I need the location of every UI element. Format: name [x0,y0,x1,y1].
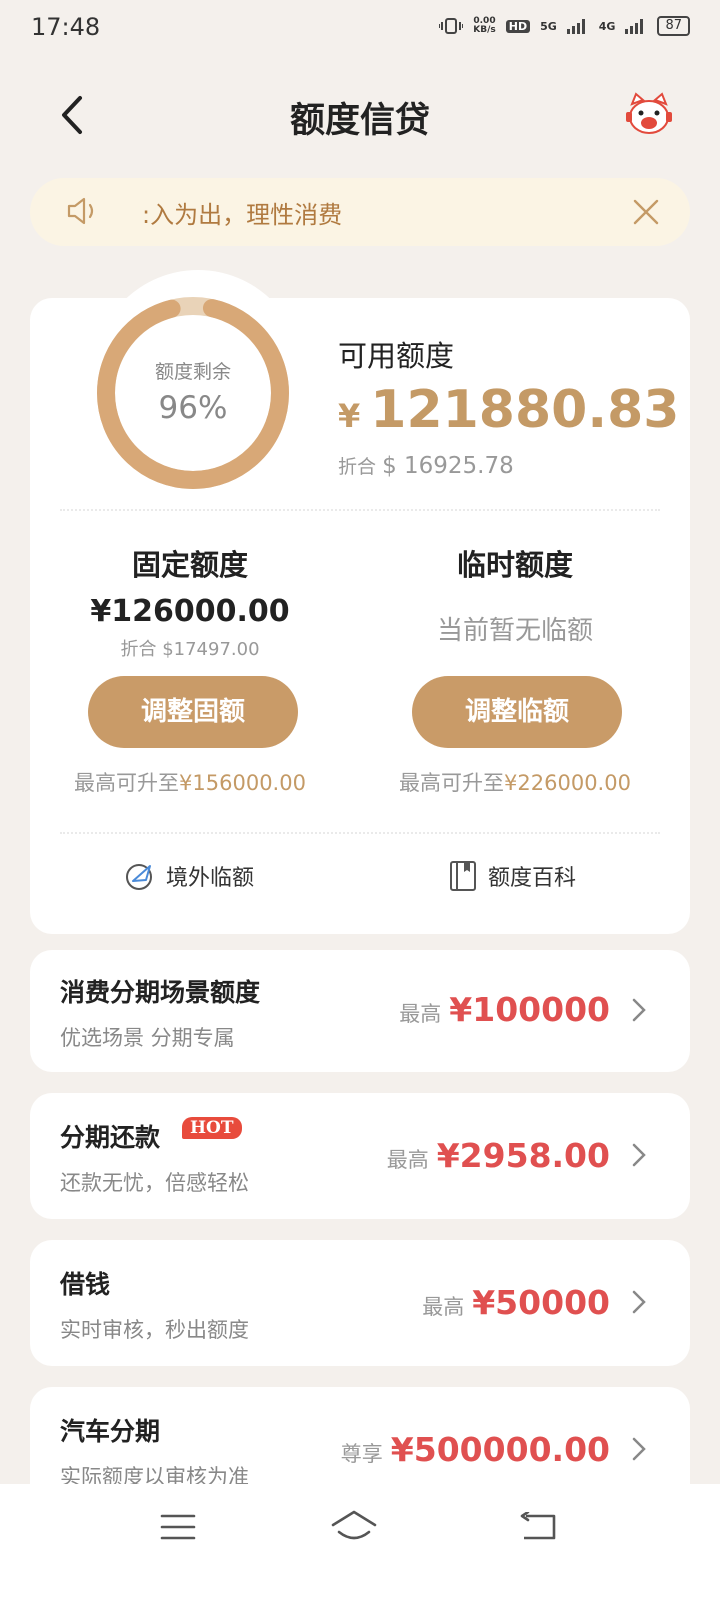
item-title: 消费分期场景额度 [60,978,261,1007]
item-title: 分期还款 [60,1123,161,1152]
item-subtitle: 优选场景 分期专属 [60,1026,235,1050]
chevron-right-icon [632,1143,646,1167]
fixed-credit-converted: 折合 $17497.00 [120,639,260,660]
status-time: 17:48 [31,13,101,41]
cat-mascot-icon [626,92,672,134]
available-converted: 折合 $ 16925.78 [338,453,514,479]
item-amount: 最高 ¥2958.00 [386,1136,610,1175]
close-icon[interactable] [632,198,660,226]
book-icon [450,861,476,891]
fixed-max-line: 最高可升至¥156000.00 [74,771,306,795]
status-icons: 0.00 KB/s HD 5G 4G 87 [439,16,690,36]
plane-globe-icon [126,864,152,890]
list-item[interactable]: 分期还款 HOT 还款无忧，倍感轻松 最高 ¥2958.00 [30,1093,690,1219]
credit-wiki-link[interactable]: 额度百科 [448,860,576,892]
temp-credit-section: 临时额度 当前暂无临额 [365,542,665,647]
hot-badge: HOT [182,1117,242,1139]
signal-4g: 4G [598,19,616,33]
item-amount: 最高 ¥50000 [422,1283,610,1322]
battery-indicator: 87 [657,16,690,36]
temp-max-line: 最高可升至¥226000.00 [399,771,631,795]
list-item[interactable]: 消费分期场景额度 优选场景 分期专属 最高 ¥100000 [30,950,690,1072]
overseas-temp-credit-label: 境外临额 [166,866,255,891]
temp-credit-title: 临时额度 [456,548,573,582]
signal-bars-icon [566,19,585,34]
item-subtitle: 还款无忧，倍感轻松 [60,1171,249,1195]
home-icon[interactable] [330,1508,378,1544]
temp-credit-none: 当前暂无临额 [436,616,593,646]
signal-bars-icon [625,19,644,34]
chevron-right-icon [632,1290,646,1314]
customer-service-button[interactable] [624,90,674,140]
back-icon[interactable] [518,1512,558,1542]
menu-icon[interactable] [160,1512,196,1542]
fixed-credit-section: 固定额度 ¥126000.00 折合 $17497.00 [40,542,340,661]
divider [60,832,660,834]
overseas-temp-credit-link[interactable]: 境外临额 [124,860,254,892]
adjust-temp-button[interactable]: 调整临额 [412,676,622,748]
speaker-icon [67,197,94,225]
notice-banner[interactable]: :入为出，理性消费 [30,178,690,246]
header: 额度信贷 [0,80,720,150]
hd-badge: HD [505,19,531,33]
item-amount: 最高 ¥100000 [399,990,610,1029]
list-item[interactable]: 借钱 实时审核，秒出额度 最高 ¥50000 [30,1240,690,1366]
status-bar: 17:48 0.00 KB/s HD 5G 4G 87 [0,0,720,56]
credit-wiki-label: 额度百科 [488,866,577,891]
available-amount: ¥121880.83 [338,380,680,440]
page-title: 额度信贷 [289,101,430,141]
available-label: 可用额度 [338,339,455,373]
item-title: 汽车分期 [60,1417,161,1446]
adjust-fixed-button[interactable]: 调整固额 [88,676,298,748]
ring-label: 额度剩余 [154,361,231,383]
vibrate-icon [439,18,464,34]
notice-text: :入为出，理性消费 [142,201,343,229]
fixed-credit-amount: ¥126000.00 [90,594,290,629]
item-title: 借钱 [60,1270,111,1299]
system-nav-bar [0,1484,720,1600]
item-subtitle: 实时审核，秒出额度 [60,1318,249,1342]
signal-5g: 5G [540,19,557,33]
item-amount: 尊享 ¥500000.00 [340,1430,610,1469]
chevron-right-icon [632,998,646,1022]
net-speed: 0.00 KB/s [473,16,496,35]
divider [60,509,660,511]
fixed-credit-title: 固定额度 [131,548,248,582]
ring-value: 96% [158,390,228,426]
chevron-right-icon [632,1437,646,1461]
